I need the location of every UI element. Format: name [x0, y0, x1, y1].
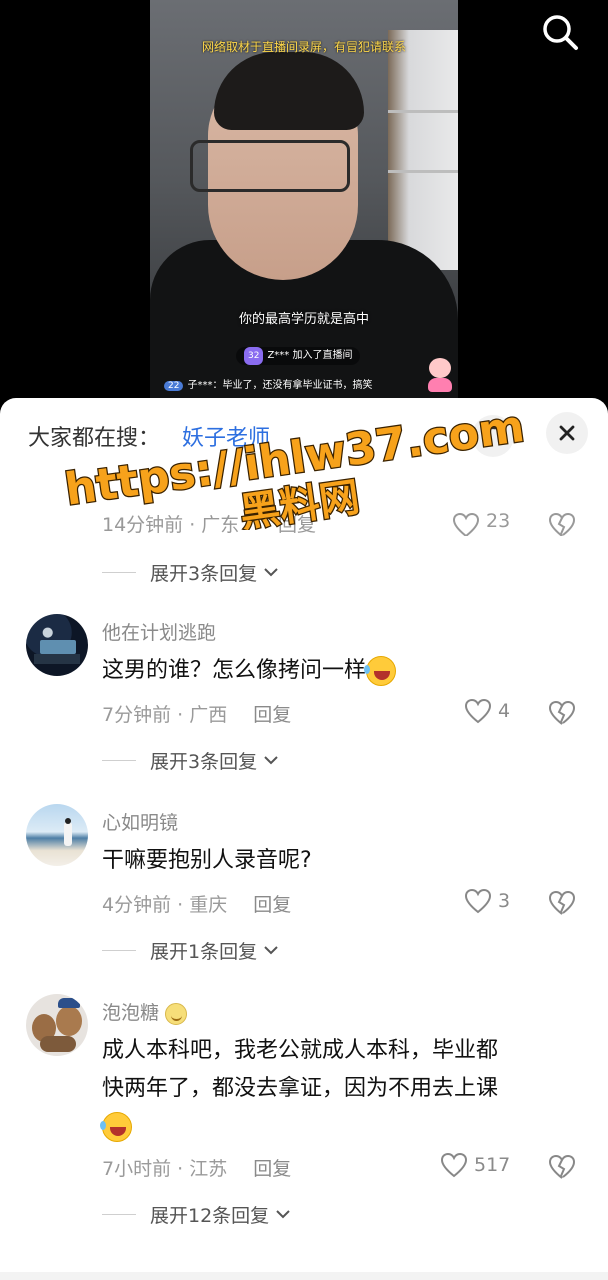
person-hair	[214, 52, 364, 130]
broken-heart-icon[interactable]	[548, 700, 576, 726]
broken-heart-icon[interactable]	[548, 1154, 576, 1180]
laughing-tears-emoji-icon	[100, 1112, 132, 1142]
search-icon	[543, 15, 578, 50]
divider-dash	[102, 949, 136, 951]
chevron-down-icon	[276, 1210, 290, 1219]
like-button[interactable]: 517	[440, 1152, 510, 1178]
live-join-message: 32 Z*** 加入了直播间	[236, 347, 361, 365]
trending-search-label: 大家都在搜：	[28, 426, 161, 451]
expand-replies-label: 展开3条回复	[150, 750, 258, 773]
user-level-badge: 22	[164, 381, 184, 391]
chevron-down-icon	[264, 568, 278, 577]
avatar[interactable]	[26, 994, 88, 1056]
chevron-down-icon	[264, 756, 278, 765]
comment-username-text: 泡泡糖	[102, 1002, 160, 1024]
broken-heart-icon[interactable]	[548, 890, 576, 916]
join-text: Z*** 加入了直播间	[267, 350, 353, 361]
comment-text-body: 这男的谁？怎么像拷问一样	[102, 658, 367, 683]
expand-replies[interactable]: 展开3条回复	[102, 746, 279, 774]
avatar[interactable]	[26, 614, 88, 676]
expand-icon	[484, 426, 502, 444]
like-count: 4	[498, 700, 511, 722]
divider-dash	[102, 1213, 136, 1215]
user-level-badge: 32	[244, 347, 264, 365]
comment-meta: 7小时前 · 江苏 回复	[102, 1154, 291, 1181]
video-notice: 网络取材于直播间录屏，有冒犯请联系	[201, 40, 406, 54]
comment-time-region: 4分钟前 · 重庆	[102, 894, 228, 916]
reply-button[interactable]: 回复	[253, 1158, 291, 1180]
divider-dash	[102, 759, 136, 761]
divider-dash	[102, 571, 136, 573]
comment-item: 他在计划逃跑 这男的谁？怎么像拷问一样 7分钟前 · 广西 回复 4 展开3条回复	[0, 614, 608, 773]
close-icon	[559, 425, 575, 441]
heart-icon	[440, 1152, 468, 1178]
expand-replies-label: 展开1条回复	[150, 940, 258, 963]
live-chat-message: 22 子***：毕业了，还没有拿毕业证书，搞笑	[164, 376, 372, 391]
comment-meta-partial: 14分钟前 · 广东 回复 23	[102, 510, 592, 536]
search-button[interactable]	[538, 10, 582, 54]
comment-text: 干嘛要抱别人录音呢?	[102, 848, 312, 873]
comment-text: 成人本科吧，我老公就成人本科，毕业都 快两年了，都没去拿证，因为不用去上课	[100, 1032, 572, 1146]
comment-time-region: 7分钟前 · 广西	[102, 704, 228, 726]
heart-icon	[464, 698, 492, 724]
expand-replies[interactable]: 展开1条回复	[102, 936, 279, 964]
avatar[interactable]	[26, 804, 88, 866]
reply-button[interactable]: 回复	[278, 510, 316, 536]
comment-time-region: 14分钟前 · 广东	[102, 514, 240, 536]
laughing-tears-emoji-icon	[364, 656, 397, 686]
comment-meta: 7分钟前 · 广西 回复	[102, 700, 291, 727]
comment-text: 这男的谁？怎么像拷问一样	[102, 652, 572, 690]
expand-replies[interactable]: 展开12条回复	[102, 1200, 291, 1228]
background-bookshelf	[388, 30, 458, 270]
comment-item: 心如明镜 干嘛要抱别人录音呢? 4分钟前 · 重庆 回复 3 展开1条回复	[0, 804, 608, 963]
comment-username[interactable]: 他在计划逃跑	[102, 618, 216, 645]
comment-text-line: 成人本科吧，我老公就成人本科，毕业都	[102, 1038, 499, 1063]
close-button[interactable]	[546, 412, 588, 454]
sheet-header: 大家都在搜： 妖子老师	[0, 398, 608, 468]
expand-replies[interactable]: 展开3条回复	[102, 558, 279, 586]
heart-icon[interactable]	[452, 512, 480, 536]
expand-replies-label: 展开3条回复	[150, 562, 258, 585]
comment-meta: 4分钟前 · 重庆 回复	[102, 890, 291, 917]
like-count: 517	[474, 1154, 511, 1176]
comment-text-line: 快两年了，都没去拿证，因为不用去上课	[102, 1076, 499, 1101]
reply-button[interactable]: 回复	[253, 704, 291, 726]
heart-icon	[464, 888, 492, 914]
smile-emoji-icon	[165, 1002, 188, 1025]
comment-username[interactable]: 泡泡糖	[102, 998, 188, 1025]
reply-button[interactable]: 回复	[253, 894, 291, 916]
like-count: 23	[486, 510, 511, 532]
person-glasses	[190, 140, 350, 192]
shelf-divider	[388, 110, 458, 113]
like-count: 3	[498, 890, 511, 912]
expand-replies-label: 展开12条回复	[150, 1204, 270, 1227]
like-button[interactable]: 3	[464, 888, 510, 914]
expand-button[interactable]	[472, 415, 514, 457]
gift-doll-icon[interactable]	[428, 358, 452, 392]
video-subtitle: 你的最高学历就是高中	[238, 312, 369, 327]
chevron-down-icon	[264, 946, 278, 955]
shelf-divider	[388, 170, 458, 173]
comment-sheet: 大家都在搜： 妖子老师 14分钟前 · 广东 回复 23 展开3条回复 他在计划…	[0, 398, 608, 1280]
video-player[interactable]: 网络取材于直播间录屏，有冒犯请联系 你的最高学历就是高中 32 Z*** 加入了直…	[0, 0, 608, 420]
comment-time-region: 7小时前 · 江苏	[102, 1158, 228, 1180]
comment-username[interactable]: 心如明镜	[102, 808, 178, 835]
like-button[interactable]: 4	[464, 698, 510, 724]
comment-item: 泡泡糖 成人本科吧，我老公就成人本科，毕业都 快两年了，都没去拿证，因为不用去上…	[0, 994, 608, 1234]
video-frame: 网络取材于直播间录屏，有冒犯请联系 你的最高学历就是高中 32 Z*** 加入了直…	[150, 0, 458, 400]
chat-text: 子***：毕业了，还没有拿毕业证书，搞笑	[187, 380, 373, 391]
trending-search-link[interactable]: 妖子老师	[182, 420, 270, 452]
bottom-edge	[0, 1272, 608, 1280]
broken-heart-icon[interactable]	[548, 512, 576, 536]
